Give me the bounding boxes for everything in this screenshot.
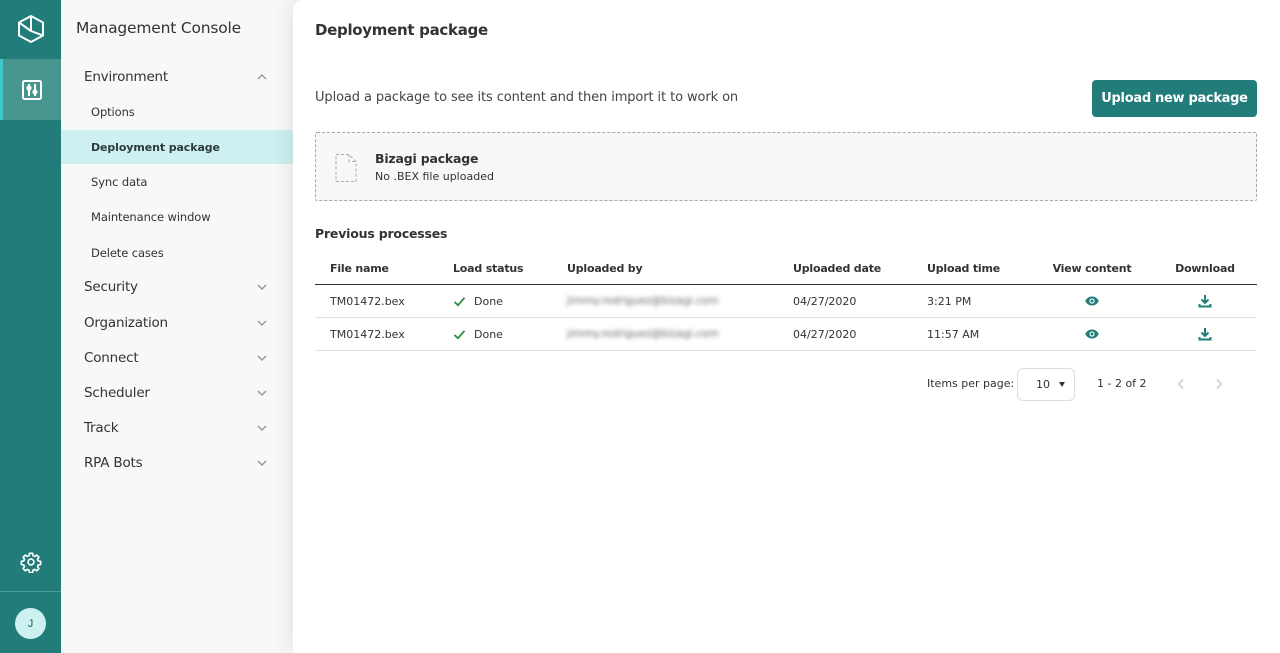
pagination-range: 1 - 2 of 2 — [1097, 377, 1147, 390]
package-name: Bizagi package — [375, 151, 479, 166]
sidebar-item-sync-data[interactable]: Sync data — [61, 165, 293, 199]
sidebar-group-security[interactable]: Security — [61, 270, 293, 304]
uploaded-by-email: jimmy.rodriguez@bizagi.com — [567, 328, 719, 340]
sidebar-item-maintenance-window[interactable]: Maintenance window — [61, 200, 293, 234]
column-header-download: Download — [1175, 261, 1235, 275]
sidebar-item-options[interactable]: Options — [61, 95, 293, 129]
rail-item-management-console[interactable] — [0, 59, 61, 120]
sidebar-group-connect[interactable]: Connect — [61, 341, 293, 375]
app-rail: J — [0, 0, 61, 653]
sidebar-group-label: Connect — [84, 350, 139, 366]
sidebar-item-label: Deployment package — [91, 140, 220, 154]
upload-time-cell: 3:21 PM — [927, 294, 972, 308]
chevron-down-icon — [257, 320, 267, 327]
previous-processes-table: File name Load status Uploaded by Upload… — [315, 252, 1257, 351]
chevron-right-icon — [1216, 378, 1223, 390]
sidebar-item-deployment-package[interactable]: Deployment package — [61, 130, 293, 164]
view-content-cell — [1042, 318, 1142, 350]
uploaded-by-cell: jimmy.rodriguez@bizagi.com — [567, 285, 718, 317]
sidebar-group-track[interactable]: Track — [61, 411, 293, 445]
sidebar-item-label: Delete cases — [91, 246, 164, 260]
app-logo[interactable] — [0, 0, 61, 57]
sidebar-group-label: RPA Bots — [84, 455, 143, 471]
sliders-icon — [22, 79, 42, 100]
table-row: TM01472.bex Done jimmy.rodriguez@bizagi.… — [315, 285, 1257, 318]
view-content-cell — [1042, 285, 1142, 317]
hexagon-cube-logo-icon — [17, 14, 44, 43]
uploaded-date-cell: 04/27/2020 — [793, 294, 857, 308]
previous-processes-title: Previous processes — [315, 226, 448, 241]
column-header-uploaded-by[interactable]: Uploaded by — [567, 252, 643, 284]
check-icon — [453, 296, 466, 307]
file-name-cell: TM01472.bex — [330, 294, 405, 308]
column-header-uploaded-date[interactable]: Uploaded date — [793, 252, 881, 284]
sidebar-item-delete-cases[interactable]: Delete cases — [61, 236, 293, 270]
uploaded-date-cell: 04/27/2020 — [793, 327, 857, 341]
sidebar-group-rpa-bots[interactable]: RPA Bots — [61, 446, 293, 480]
uploaded-by-email: jimmy.rodriguez@bizagi.com — [567, 295, 719, 307]
file-outline-icon — [335, 154, 357, 182]
sidebar: Management Console Environment Options D… — [61, 0, 293, 653]
page-description: Upload a package to see its content and … — [315, 90, 739, 105]
sidebar-group-organization[interactable]: Organization — [61, 306, 293, 340]
column-header-file-name[interactable]: File name — [330, 252, 389, 284]
file-name-cell: TM01472.bex — [330, 327, 405, 341]
uploaded-by-cell: jimmy.rodriguez@bizagi.com — [567, 318, 718, 350]
sidebar-group-label: Organization — [84, 315, 168, 331]
upload-new-package-button[interactable]: Upload new package — [1092, 80, 1257, 117]
chevron-down-icon — [257, 355, 267, 362]
sidebar-group-label: Security — [84, 279, 138, 295]
load-status-cell: Done — [453, 285, 503, 317]
package-dropzone[interactable]: Bizagi package No .BEX file uploaded — [315, 132, 1257, 201]
previous-page-button[interactable] — [1173, 376, 1189, 392]
sidebar-item-label: Sync data — [91, 175, 148, 189]
check-icon — [453, 329, 466, 340]
sidebar-group-label: Track — [84, 420, 119, 436]
sidebar-group-label: Scheduler — [84, 385, 150, 401]
items-per-page-select[interactable]: 10 — [1017, 368, 1075, 401]
page-title: Deployment package — [315, 21, 488, 39]
chevron-down-icon — [257, 284, 267, 291]
load-status-text: Done — [474, 294, 503, 308]
sidebar-group-scheduler[interactable]: Scheduler — [61, 376, 293, 410]
table-header: File name Load status Uploaded by Upload… — [315, 252, 1257, 285]
load-status-text: Done — [474, 327, 503, 341]
gear-icon — [20, 552, 41, 573]
download-icon[interactable] — [1198, 327, 1212, 341]
sidebar-group-label: Environment — [84, 69, 169, 85]
sidebar-group-environment[interactable]: Environment — [61, 60, 293, 94]
column-header-view-content: View content — [1052, 261, 1132, 275]
items-per-page-value: 10 — [1036, 378, 1050, 391]
dropdown-arrow-icon — [1059, 382, 1065, 387]
chevron-down-icon — [257, 425, 267, 432]
user-avatar[interactable]: J — [15, 608, 46, 639]
rail-divider — [0, 591, 61, 592]
column-header-load-status[interactable]: Load status — [453, 252, 524, 284]
sidebar-item-label: Options — [91, 105, 135, 119]
settings-button[interactable] — [0, 540, 61, 584]
package-status: No .BEX file uploaded — [375, 170, 494, 183]
chevron-left-icon — [1177, 378, 1184, 390]
items-per-page-label: Items per page: — [927, 377, 1015, 390]
chevron-down-icon — [257, 390, 267, 397]
download-cell — [1163, 318, 1247, 350]
download-cell — [1163, 285, 1247, 317]
chevron-up-icon — [257, 73, 267, 80]
main-panel: Deployment package Upload a package to s… — [293, 0, 1280, 653]
sidebar-title: Management Console — [76, 19, 241, 37]
column-header-upload-time[interactable]: Upload time — [927, 252, 1000, 284]
table-row: TM01472.bex Done jimmy.rodriguez@bizagi.… — [315, 318, 1257, 351]
chevron-down-icon — [257, 460, 267, 467]
next-page-button[interactable] — [1211, 376, 1227, 392]
sidebar-item-label: Maintenance window — [91, 210, 211, 224]
upload-time-cell: 11:57 AM — [927, 327, 980, 341]
eye-icon[interactable] — [1085, 296, 1099, 306]
eye-icon[interactable] — [1085, 329, 1099, 339]
download-icon[interactable] — [1198, 294, 1212, 308]
load-status-cell: Done — [453, 318, 503, 350]
